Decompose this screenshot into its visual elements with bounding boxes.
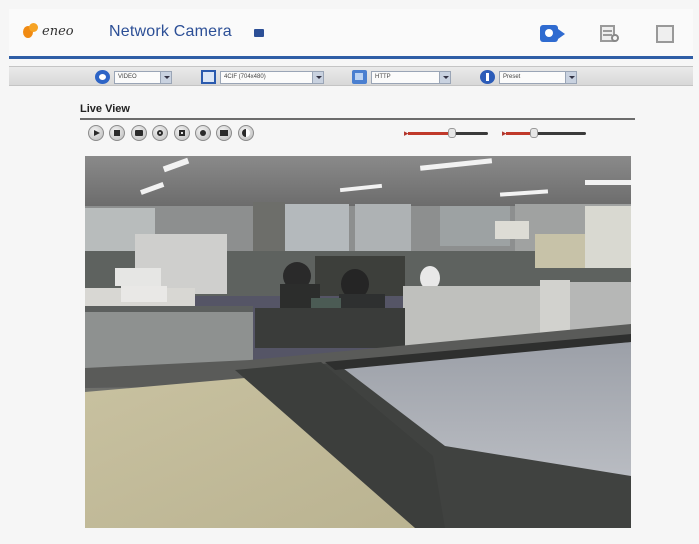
play-icon[interactable] <box>88 125 104 141</box>
live-video-feed[interactable] <box>85 156 631 528</box>
volume-slider-thumb[interactable] <box>448 128 456 138</box>
eneo-logo: eneo <box>23 22 74 40</box>
http-icon <box>352 70 367 84</box>
help-icon <box>656 25 674 43</box>
mic-slider[interactable]: ▸ <box>502 127 588 139</box>
setup-button[interactable] <box>598 23 624 45</box>
divider <box>80 118 635 120</box>
header-bar: eneo Network Camera <box>9 9 693 59</box>
chevron-down-icon <box>312 71 323 83</box>
chevron-down-icon <box>160 71 171 83</box>
preset-icon <box>480 70 495 84</box>
preset-selector[interactable]: Preset <box>480 70 577 84</box>
stream-selector[interactable]: VIDEO <box>95 70 172 84</box>
settings-icon[interactable] <box>237 125 254 141</box>
logo-mark-icon <box>23 22 39 40</box>
snapshot-icon[interactable] <box>130 125 147 141</box>
video-icon <box>95 70 110 84</box>
chevron-down-icon <box>439 71 450 83</box>
resolution-selector[interactable]: 4CIF (704x480) <box>201 70 324 84</box>
protocol-selector[interactable]: HTTP <box>352 70 451 84</box>
save-icon[interactable] <box>216 125 233 141</box>
fullscreen-icon[interactable] <box>173 125 190 141</box>
record-icon[interactable] <box>194 125 211 141</box>
logo-text: eneo <box>42 23 74 39</box>
camera-image <box>85 156 631 528</box>
preset-select-value: Preset <box>503 73 521 80</box>
stream-toolbar: VIDEO 4CIF (704x480) HTTP Preset <box>9 66 693 86</box>
live-view-title: Live View <box>80 103 130 115</box>
resolution-select[interactable]: 4CIF (704x480) <box>220 70 324 84</box>
monitor-icon <box>201 70 216 84</box>
page-title: Network Camera <box>109 23 232 40</box>
volume-slider[interactable]: ▸ <box>404 127 490 139</box>
help-button[interactable] <box>654 23 680 45</box>
mic-slider-thumb[interactable] <box>530 128 538 138</box>
resolution-select-value: 4CIF (704x480) <box>224 73 266 80</box>
preset-select[interactable]: Preset <box>499 70 577 84</box>
chevron-down-icon <box>565 71 576 83</box>
zoom-icon[interactable] <box>152 125 169 141</box>
stream-select[interactable]: VIDEO <box>114 70 172 84</box>
info-icon[interactable] <box>254 29 264 37</box>
stream-select-value: VIDEO <box>118 73 137 80</box>
protocol-select-value: HTTP <box>375 73 391 80</box>
live-view-button[interactable] <box>540 23 566 45</box>
playback-controls <box>88 125 259 141</box>
protocol-select[interactable]: HTTP <box>371 70 451 84</box>
stop-icon[interactable] <box>109 125 126 141</box>
page: eneo Network Camera VIDEO 4CIF (704x480)… <box>0 0 699 544</box>
